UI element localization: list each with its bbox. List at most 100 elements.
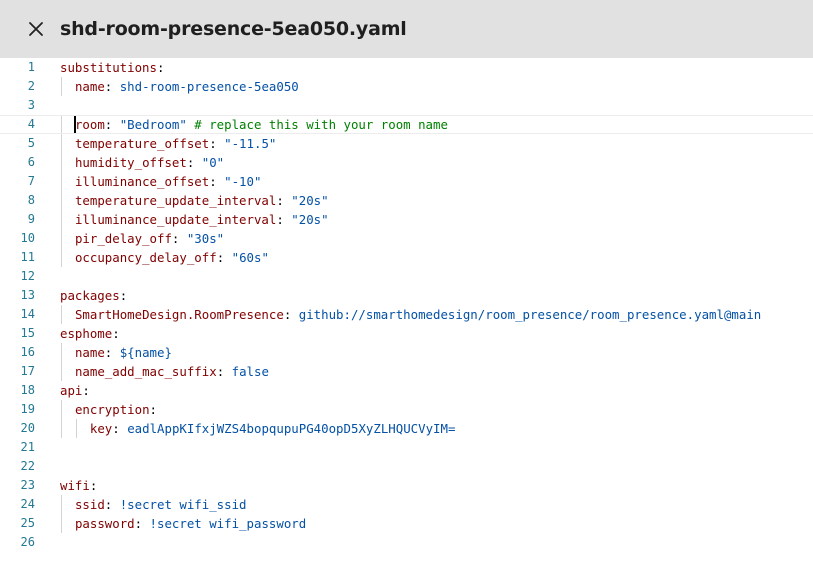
yaml-key: humidity_offset [74, 155, 187, 170]
code-text: room: "Bedroom" # replace this with your… [75, 116, 448, 133]
yaml-value: shd-room-presence-5ea050 [119, 79, 299, 94]
indent-guide [61, 116, 62, 133]
indent-guide [75, 419, 77, 438]
yaml-separator: : [149, 402, 158, 417]
yaml-key: substitutions [60, 60, 157, 75]
yaml-key: occupancy_delay_off [74, 250, 217, 265]
code-line[interactable]: 18 api: [0, 381, 813, 400]
line-number: 21 [20, 440, 35, 454]
code-line[interactable]: 23 wifi: [0, 476, 813, 495]
indent-guide [61, 495, 62, 514]
close-button[interactable] [24, 17, 48, 41]
yaml-key: SmartHomeDesign.RoomPresence [74, 307, 284, 322]
yaml-comment: # replace this with your room name [186, 117, 448, 132]
dialog-header: shd-room-presence-5ea050.yaml [0, 0, 813, 58]
code-text: illuminance_offset: "-10" [75, 172, 262, 191]
yaml-separator: : [216, 364, 232, 379]
line-number: 25 [20, 516, 35, 530]
code-text: password: !secret wifi_password [75, 514, 306, 533]
yaml-separator: : [134, 516, 150, 531]
yaml-separator: : [119, 288, 128, 303]
line-number: 1 [27, 60, 35, 74]
yaml-separator: : [216, 250, 232, 265]
code-line[interactable]: 16 name: ${name} [0, 343, 813, 362]
code-line[interactable]: 10 pir_delay_off: "30s" [0, 229, 813, 248]
code-line[interactable]: 20 key: eadlAppKIfxjWZS4bopqupuPG40opD5Xy… [0, 419, 813, 438]
yaml-separator: : [276, 193, 292, 208]
code-text: esphome: [60, 324, 120, 343]
code-line[interactable]: 7 illuminance_offset: "-10" [0, 172, 813, 191]
code-line[interactable]: 25 password: !secret wifi_password [0, 514, 813, 533]
yaml-separator: : [104, 79, 120, 94]
line-number: 5 [27, 136, 35, 150]
code-line[interactable]: 17 name_add_mac_suffix: false [0, 362, 813, 381]
yaml-value: "20s" [291, 212, 329, 227]
code-line[interactable]: 13 packages: [0, 286, 813, 305]
code-line[interactable]: 4 room: "Bedroom" # replace this with you… [0, 115, 813, 134]
line-number: 23 [20, 478, 35, 492]
indent-guide [61, 400, 62, 419]
code-line[interactable]: 3 [0, 96, 813, 115]
yaml-separator: : [104, 497, 120, 512]
yaml-separator: : [276, 212, 292, 227]
code-line[interactable]: 14 SmartHomeDesign.RoomPresence: github:/… [0, 305, 813, 324]
yaml-key: temperature_offset [74, 136, 210, 151]
indent-guide [61, 419, 62, 438]
code-text: temperature_update_interval: "20s" [75, 191, 329, 210]
yaml-separator: : [171, 231, 187, 246]
line-number: 17 [20, 364, 35, 378]
code-text: wifi: [60, 476, 97, 495]
code-line[interactable]: 21 [0, 438, 813, 457]
code-line[interactable]: 6 humidity_offset: "0" [0, 153, 813, 172]
yaml-separator: : [156, 60, 165, 75]
yaml-value: false [231, 364, 269, 379]
code-line[interactable]: 22 [0, 457, 813, 476]
indent-guide [61, 229, 62, 248]
line-number: 9 [27, 212, 35, 226]
yaml-value: "60s" [231, 250, 269, 265]
yaml-key: packages [60, 288, 120, 303]
yaml-separator: : [186, 155, 202, 170]
code-line[interactable]: 8 temperature_update_interval: "20s" [0, 191, 813, 210]
yaml-key: encryption [74, 402, 150, 417]
code-line[interactable]: 2 name: shd-room-presence-5ea050 [0, 77, 813, 96]
yaml-key: ssid [74, 497, 105, 512]
line-number: 26 [20, 535, 35, 549]
line-number: 20 [20, 421, 35, 435]
code-editor[interactable]: 1 substitutions: 2 name: shd-room-presence-… [0, 58, 813, 552]
yaml-value: !secret wifi_password [149, 516, 307, 531]
line-number: 4 [27, 117, 35, 131]
yaml-value: github://smarthomedesign/room_presence/r… [298, 307, 762, 322]
yaml-separator: : [112, 326, 120, 341]
indent-guide [61, 514, 62, 533]
code-line[interactable]: 15 esphome: [0, 324, 813, 343]
indent-guide [61, 134, 62, 153]
code-line[interactable]: 12 [0, 267, 813, 286]
line-number: 6 [27, 155, 35, 169]
line-number: 2 [27, 79, 35, 93]
line-number: 22 [20, 459, 35, 473]
yaml-separator: : [89, 478, 98, 493]
yaml-key: esphome [60, 326, 113, 341]
yaml-separator: : [209, 136, 225, 151]
line-number: 8 [27, 193, 35, 207]
code-line[interactable]: 26 [0, 533, 813, 552]
yaml-separator: : [112, 421, 128, 436]
indent-guide [61, 210, 62, 229]
line-number: 18 [20, 383, 35, 397]
indent-guide [61, 362, 62, 381]
code-text: SmartHomeDesign.RoomPresence: github://s… [75, 305, 761, 324]
code-line[interactable]: 24 ssid: !secret wifi_ssid [0, 495, 813, 514]
yaml-separator: : [104, 117, 120, 132]
code-text: ssid: !secret wifi_ssid [75, 495, 247, 514]
indent-guide [61, 153, 62, 172]
yaml-separator: : [209, 174, 225, 189]
code-line[interactable]: 9 illuminance_update_interval: "20s" [0, 210, 813, 229]
code-line[interactable]: 5 temperature_offset: "-11.5" [0, 134, 813, 153]
yaml-value: "-10" [224, 174, 262, 189]
yaml-key: illuminance_offset [74, 174, 210, 189]
code-line[interactable]: 1 substitutions: [0, 58, 813, 77]
yaml-key: room [74, 117, 105, 132]
code-line[interactable]: 19 encryption: [0, 400, 813, 419]
code-line[interactable]: 11 occupancy_delay_off: "60s" [0, 248, 813, 267]
